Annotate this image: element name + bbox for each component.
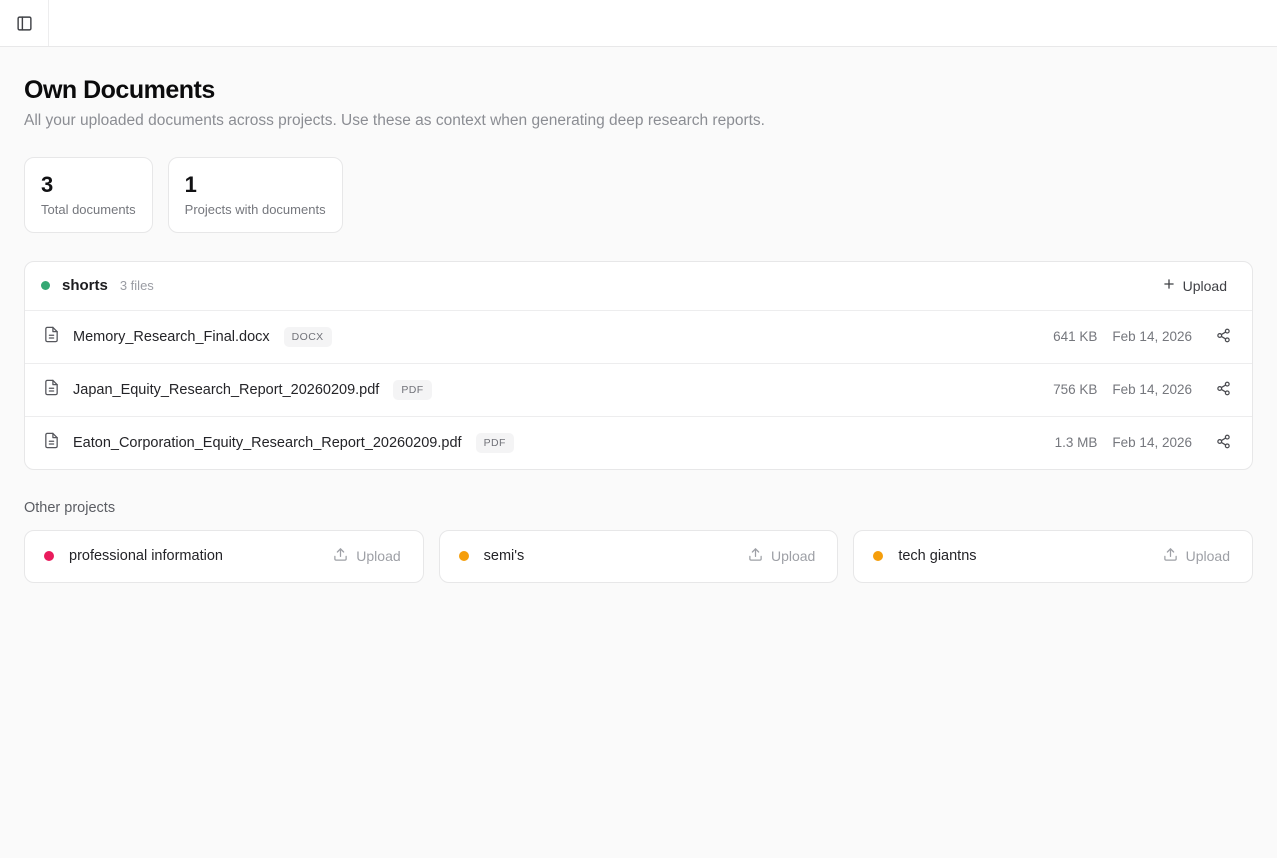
file-name: Memory_Research_Final.docx	[73, 329, 270, 345]
project-color-dot	[459, 551, 469, 561]
page-subtitle: All your uploaded documents across proje…	[24, 112, 1253, 130]
upload-button[interactable]: Upload	[1161, 543, 1232, 569]
other-projects-grid: professional information Upload semi's	[24, 530, 1253, 583]
topbar-left-section	[0, 0, 49, 46]
file-date: Feb 14, 2026	[1112, 329, 1192, 344]
project-name: tech giantns	[898, 548, 976, 564]
sidebar-toggle-button[interactable]	[9, 8, 39, 38]
upload-button-label: Upload	[356, 548, 400, 564]
upload-button-label: Upload	[1183, 278, 1227, 294]
upload-button[interactable]: Upload	[1153, 271, 1236, 300]
page-title: Own Documents	[24, 76, 1253, 105]
project-color-dot	[873, 551, 883, 561]
other-project-card[interactable]: tech giantns Upload	[853, 530, 1253, 583]
project-color-dot	[41, 281, 50, 290]
plus-icon	[1162, 277, 1176, 294]
file-date: Feb 14, 2026	[1112, 435, 1192, 450]
project-name: shorts	[62, 277, 108, 294]
stat-label: Total documents	[41, 202, 136, 217]
file-type-badge: PDF	[393, 380, 431, 400]
stat-card-projects-with-documents: 1 Projects with documents	[168, 157, 343, 233]
share-button[interactable]	[1210, 430, 1236, 456]
stat-card-total-documents: 3 Total documents	[24, 157, 153, 233]
project-name: professional information	[69, 548, 223, 564]
file-size: 1.3 MB	[1039, 435, 1097, 450]
upload-button-label: Upload	[771, 548, 815, 564]
upload-button[interactable]: Upload	[746, 543, 817, 569]
file-meta: 756 KB Feb 14, 2026	[1039, 377, 1236, 403]
file-row[interactable]: Eaton_Corporation_Equity_Research_Report…	[25, 416, 1252, 469]
stats-row: 3 Total documents 1 Projects with docume…	[24, 157, 1253, 233]
project-color-dot	[44, 551, 54, 561]
other-project-card[interactable]: semi's Upload	[439, 530, 839, 583]
share-icon	[1216, 434, 1231, 452]
file-text-icon	[43, 432, 60, 454]
file-type-badge: PDF	[476, 433, 514, 453]
stat-label: Projects with documents	[185, 202, 326, 217]
share-button[interactable]	[1210, 324, 1236, 350]
file-text-icon	[43, 326, 60, 348]
file-meta: 641 KB Feb 14, 2026	[1039, 324, 1236, 350]
file-name: Japan_Equity_Research_Report_20260209.pd…	[73, 382, 379, 398]
file-row[interactable]: Memory_Research_Final.docx DOCX 641 KB F…	[25, 310, 1252, 363]
file-meta: 1.3 MB Feb 14, 2026	[1039, 430, 1236, 456]
upload-button[interactable]: Upload	[331, 543, 402, 569]
upload-icon	[1163, 547, 1178, 565]
file-name: Eaton_Corporation_Equity_Research_Report…	[73, 435, 462, 451]
share-icon	[1216, 328, 1231, 346]
stat-value: 1	[185, 171, 326, 199]
share-icon	[1216, 381, 1231, 399]
file-size: 756 KB	[1039, 382, 1097, 397]
other-project-card[interactable]: professional information Upload	[24, 530, 424, 583]
upload-icon	[748, 547, 763, 565]
other-projects-label: Other projects	[24, 500, 1253, 516]
main-content: Own Documents All your uploaded document…	[0, 76, 1277, 583]
upload-icon	[333, 547, 348, 565]
topbar	[0, 0, 1277, 47]
project-files-count: 3 files	[120, 278, 154, 293]
file-date: Feb 14, 2026	[1112, 382, 1192, 397]
file-list: Memory_Research_Final.docx DOCX 641 KB F…	[25, 310, 1252, 469]
file-text-icon	[43, 379, 60, 401]
file-size: 641 KB	[1039, 329, 1097, 344]
share-button[interactable]	[1210, 377, 1236, 403]
stat-value: 3	[41, 171, 136, 199]
file-row[interactable]: Japan_Equity_Research_Report_20260209.pd…	[25, 363, 1252, 416]
project-files-card: shorts 3 files Upload Memory_Research_Fi…	[24, 261, 1253, 470]
project-name: semi's	[484, 548, 525, 564]
project-files-header: shorts 3 files Upload	[25, 262, 1252, 310]
upload-button-label: Upload	[1186, 548, 1230, 564]
file-type-badge: DOCX	[284, 327, 332, 347]
panel-left-icon	[16, 15, 33, 32]
